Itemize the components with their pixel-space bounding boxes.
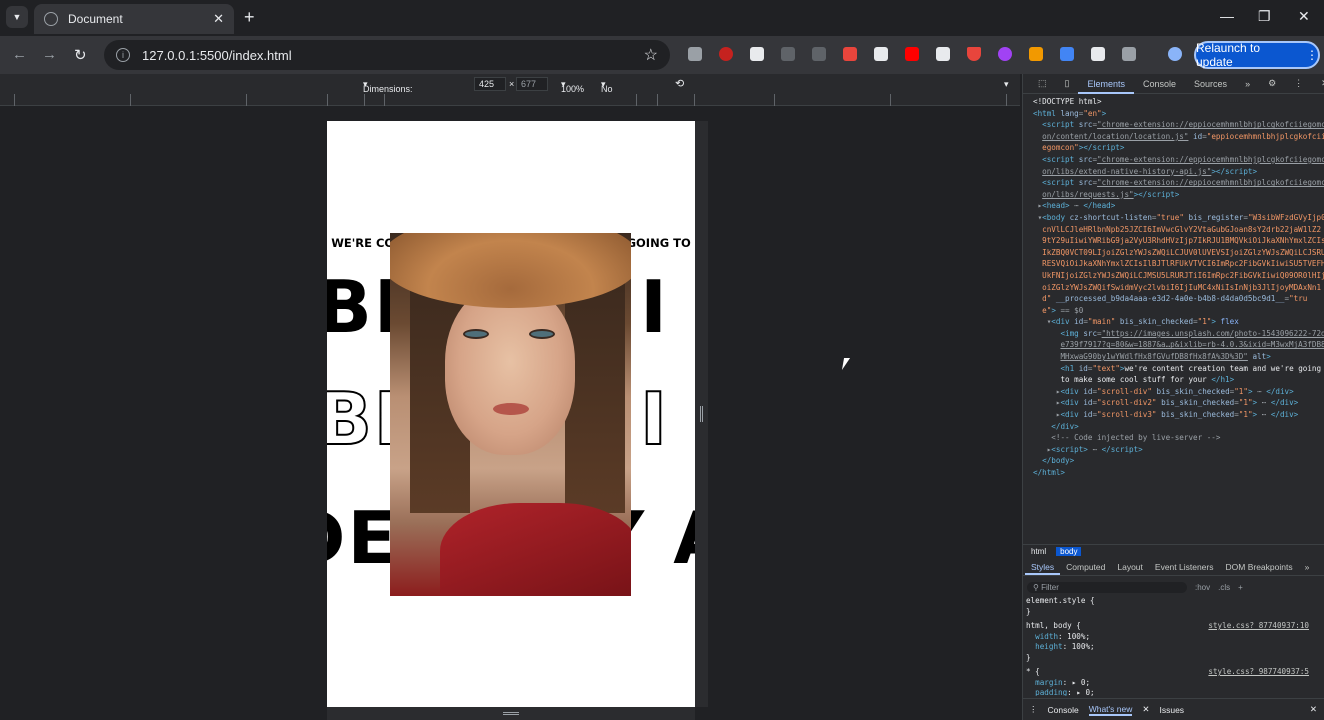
close-drawer-icon[interactable]: ✕: [1310, 704, 1317, 715]
hair-right: [565, 273, 625, 513]
styles-filter-bar: ⚲ Filter :hov .cls +: [1027, 580, 1321, 594]
tab-computed[interactable]: Computed: [1060, 560, 1111, 575]
styles-pane[interactable]: element.style {} html, body {style.css?_…: [1023, 596, 1324, 696]
left-eye: [463, 329, 489, 339]
wand-extension-icon[interactable]: [1029, 47, 1043, 61]
dom-tree[interactable]: <!DOCTYPE html> <html lang="en"> <script…: [1023, 94, 1324, 546]
times-sign: ×: [509, 79, 515, 89]
zoom-label: 100%: [561, 84, 585, 94]
device-toggle-icon[interactable]: ▯: [1056, 78, 1079, 89]
tab-title: Document: [68, 12, 123, 26]
zoom-select[interactable]: 100% ▾: [561, 79, 584, 94]
tab-search-icon[interactable]: ▼: [6, 6, 28, 28]
style-source-link-2[interactable]: style.css?_987740937:5: [1208, 667, 1309, 678]
forward-icon[interactable]: →: [42, 46, 57, 63]
site-info-icon[interactable]: i: [116, 48, 130, 62]
youtube-extension-icon[interactable]: [905, 47, 919, 61]
resize-handle-bottom[interactable]: [327, 707, 695, 720]
camera-extension-icon[interactable]: [688, 47, 702, 61]
address-bar[interactable]: i 127.0.0.1:5500/index.html ☆: [104, 40, 670, 70]
grid-extension-icon[interactable]: [843, 47, 857, 61]
drawer-tab-console[interactable]: Console: [1048, 705, 1079, 715]
filter-placeholder: Filter: [1041, 582, 1059, 592]
rotate-icon[interactable]: ⟲: [675, 77, 684, 90]
close-whats-new-icon[interactable]: ✕: [1142, 704, 1149, 715]
more-vert-icon: ⋮: [1306, 48, 1318, 62]
tab-dom-breakpoints[interactable]: DOM Breakpoints: [1220, 560, 1299, 575]
tab-elements[interactable]: Elements: [1078, 74, 1134, 94]
devtools-panel: ⬚ ▯ Elements Console Sources » ⚙ ⋮ ✕ <!D…: [1022, 74, 1324, 720]
lips: [493, 403, 529, 415]
filter-input[interactable]: ⚲ Filter: [1027, 581, 1187, 593]
back-icon[interactable]: ←: [12, 46, 27, 63]
tab-styles-more[interactable]: »: [1299, 560, 1316, 575]
tab-layout[interactable]: Layout: [1111, 560, 1149, 575]
inspect-icon[interactable]: ⬚: [1029, 78, 1056, 89]
styles-tabs: Styles Computed Layout Event Listeners D…: [1023, 560, 1324, 576]
portrait-photo: [390, 233, 631, 596]
window-extension-icon[interactable]: [874, 47, 888, 61]
close-tab-icon[interactable]: ✕: [213, 11, 224, 27]
notes-extension-icon[interactable]: [750, 47, 764, 61]
restore-icon[interactable]: ❐: [1258, 8, 1271, 25]
devtools-menu-icon[interactable]: ⋮: [1285, 78, 1312, 89]
red-top: [440, 503, 631, 596]
cls-toggle[interactable]: .cls: [1218, 583, 1230, 592]
crumb-html[interactable]: html: [1027, 547, 1050, 556]
tab-more[interactable]: »: [1236, 79, 1259, 89]
tab-event-listeners[interactable]: Event Listeners: [1149, 560, 1220, 575]
devtools-tabs: ⬚ ▯ Elements Console Sources » ⚙ ⋮ ✕: [1023, 74, 1324, 94]
style-source-link-1[interactable]: style.css?_87740937:10: [1208, 621, 1309, 632]
tab-sources[interactable]: Sources: [1185, 79, 1236, 89]
face: [445, 285, 575, 455]
copy-extension-icon[interactable]: [812, 47, 826, 61]
relaunch-button[interactable]: Relaunch to update ⋮: [1194, 41, 1320, 69]
device-menu-icon[interactable]: ▾: [1004, 79, 1009, 90]
close-devtools-icon[interactable]: ✕: [1312, 78, 1324, 89]
doc-extension-icon[interactable]: [1060, 47, 1074, 61]
robot-extension-icon[interactable]: [781, 47, 795, 61]
drawer-tab-whats-new[interactable]: What's new: [1088, 704, 1133, 716]
drawer-tab-issues[interactable]: Issues: [1159, 705, 1184, 715]
crumb-body[interactable]: body: [1056, 547, 1082, 556]
close-window-icon[interactable]: ✕: [1298, 8, 1310, 25]
media-query-ruler: [0, 94, 1020, 106]
relaunch-label: Relaunch to update: [1196, 41, 1261, 69]
minimize-icon[interactable]: —: [1220, 8, 1234, 24]
s-extension-icon[interactable]: [936, 47, 950, 61]
dimensions-select[interactable]: Dimensions: Responsive ▾: [363, 79, 413, 104]
drawer-menu-icon[interactable]: ⋮: [1029, 704, 1038, 715]
settings-icon[interactable]: ⚙: [1259, 78, 1285, 89]
resize-handle-right[interactable]: [695, 121, 708, 707]
shield-extension-icon[interactable]: [967, 47, 981, 61]
emulated-page: BRAND I BRAND I IDENTITY AN WE'RE CONTEN…: [327, 121, 695, 707]
width-input[interactable]: 425: [474, 77, 506, 91]
drawer-tabs: ⋮ Console What's new ✕ Issues ✕: [1023, 698, 1324, 720]
profile-avatar[interactable]: [1168, 47, 1182, 61]
new-tab-icon[interactable]: +: [244, 7, 255, 28]
pen-extension-icon[interactable]: [1091, 47, 1105, 61]
throttling-select[interactable]: No throttling ▾: [601, 79, 636, 104]
add-rule-icon[interactable]: +: [1238, 583, 1243, 592]
tab-document[interactable]: Document ✕: [34, 4, 234, 34]
globe-icon: [44, 12, 58, 26]
breadcrumb: html body: [1023, 544, 1324, 558]
tab-strip: ▼ Document ✕ + — ❐ ✕: [0, 0, 1324, 36]
device-toolbar: Dimensions: Responsive ▾ 425 × 677 100% …: [0, 74, 1020, 104]
reload-icon[interactable]: ↻: [74, 46, 87, 64]
height-input[interactable]: 677: [516, 77, 548, 91]
puzzle-extensions-icon[interactable]: [1122, 47, 1136, 61]
tab-console[interactable]: Console: [1134, 79, 1185, 89]
right-eye: [529, 329, 555, 339]
url-text[interactable]: 127.0.0.1:5500/index.html: [142, 48, 644, 63]
purple-extension-icon[interactable]: [998, 47, 1012, 61]
record-extension-icon[interactable]: [719, 47, 733, 61]
hov-toggle[interactable]: :hov: [1195, 583, 1210, 592]
tab-styles[interactable]: Styles: [1025, 560, 1061, 575]
bookmark-star-icon[interactable]: ☆: [644, 45, 658, 65]
